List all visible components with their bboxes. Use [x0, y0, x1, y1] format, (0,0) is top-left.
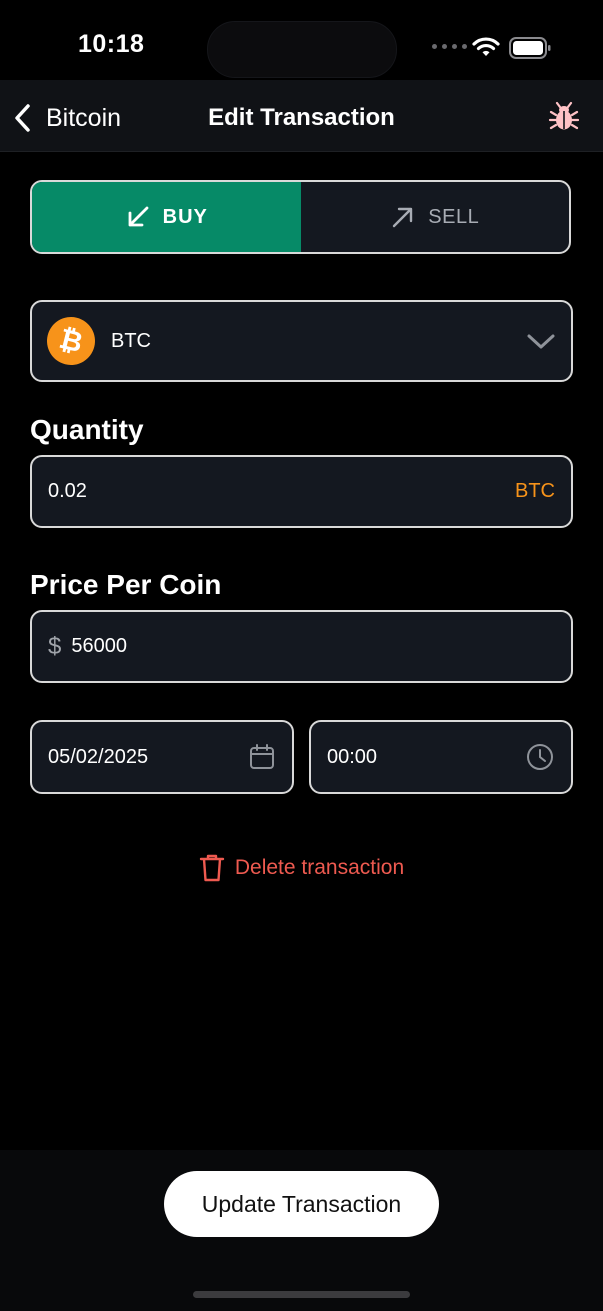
- wifi-icon: [472, 37, 500, 56]
- dynamic-island: [207, 21, 397, 78]
- quantity-unit: BTC: [515, 480, 555, 502]
- buy-sell-toggle: BUY SELL: [30, 180, 571, 254]
- time-picker[interactable]: 00:00: [309, 720, 573, 794]
- quantity-value: 0.02: [48, 480, 87, 502]
- quantity-input[interactable]: 0.02 BTC: [30, 455, 573, 528]
- buy-label: BUY: [162, 205, 208, 228]
- price-input[interactable]: $ 56000: [30, 610, 573, 683]
- delete-transaction-button[interactable]: Delete transaction: [0, 853, 603, 883]
- calendar-icon: [250, 744, 274, 769]
- sell-label: SELL: [428, 205, 480, 228]
- home-indicator: [193, 1291, 410, 1298]
- status-time: 10:18: [78, 30, 145, 58]
- price-value: 56000: [71, 635, 127, 657]
- sell-tab[interactable]: SELL: [301, 182, 570, 252]
- coin-symbol: BTC: [111, 329, 151, 352]
- delete-label: Delete transaction: [234, 856, 405, 879]
- cellular-signal-icon: [432, 44, 467, 49]
- trash-icon: [199, 854, 225, 882]
- quantity-label: Quantity: [30, 414, 144, 445]
- arrow-down-left-icon: [128, 206, 149, 227]
- buy-tab[interactable]: BUY: [32, 182, 301, 252]
- time-value: 00:00: [327, 745, 378, 768]
- coin-selector[interactable]: ₿ BTC: [30, 300, 573, 382]
- price-label: Price Per Coin: [30, 569, 222, 600]
- clock-icon: [527, 744, 553, 770]
- chevron-down-icon: [527, 334, 555, 349]
- update-transaction-button[interactable]: Update Transaction: [164, 1171, 439, 1237]
- page-title: Edit Transaction: [208, 104, 395, 131]
- date-picker[interactable]: 05/02/2025: [30, 720, 294, 794]
- arrow-up-right-icon: [393, 207, 413, 228]
- bitcoin-icon: ₿: [41, 311, 101, 371]
- battery-icon: [509, 37, 551, 59]
- bug-icon[interactable]: [548, 101, 580, 133]
- date-value: 05/02/2025: [48, 745, 149, 768]
- dollar-icon: $: [48, 632, 62, 660]
